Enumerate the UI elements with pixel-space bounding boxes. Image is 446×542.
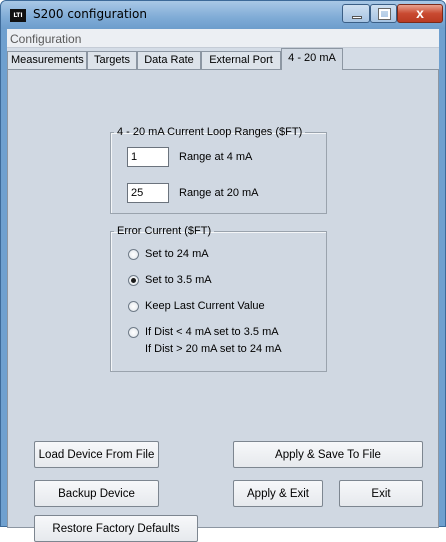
error-current-legend: Error Current ($FT) — [117, 225, 212, 237]
range-20ma-label: Range at 20 mA — [179, 187, 259, 199]
menu-configuration[interactable]: Configuration — [10, 32, 81, 46]
radio-set-24ma[interactable] — [128, 249, 139, 260]
title-bar[interactable]: LTI S200 configuration x — [1, 1, 445, 29]
radio-if-dist[interactable] — [128, 327, 139, 338]
load-device-button[interactable]: Load Device From File — [34, 441, 159, 468]
range-20ma-input[interactable] — [127, 183, 169, 203]
radio-keep-last-label[interactable]: Keep Last Current Value — [145, 300, 265, 312]
apply-save-button[interactable]: Apply & Save To File — [233, 441, 423, 468]
radio-keep-last[interactable] — [128, 301, 139, 312]
exit-button[interactable]: Exit — [339, 480, 423, 507]
maximize-button[interactable] — [370, 4, 397, 23]
radio-if-dist-label[interactable]: If Dist < 4 mA set to 3.5 mA — [145, 326, 279, 338]
tab-external-port[interactable]: External Port — [201, 51, 281, 69]
tab-panel-4-20-ma: 4 - 20 mA Current Loop Ranges ($FT) Rang… — [7, 69, 439, 542]
backup-device-button[interactable]: Backup Device — [34, 480, 159, 507]
radio-set-24ma-label[interactable]: Set to 24 mA — [145, 248, 209, 260]
restore-defaults-button[interactable]: Restore Factory Defaults — [34, 515, 198, 542]
current-loop-ranges-legend: 4 - 20 mA Current Loop Ranges ($FT) — [117, 126, 303, 138]
tab-4-20-ma[interactable]: 4 - 20 mA — [281, 48, 343, 70]
tab-data-rate[interactable]: Data Rate — [137, 51, 201, 69]
tab-targets[interactable]: Targets — [87, 51, 137, 69]
app-window: LTI S200 configuration x Configuration M… — [0, 0, 446, 542]
radio-if-dist-label-line2: If Dist > 20 mA set to 24 mA — [145, 343, 282, 355]
tab-strip: Measurements Targets Data Rate External … — [7, 48, 439, 70]
current-loop-ranges-group: 4 - 20 mA Current Loop Ranges ($FT) Rang… — [110, 126, 327, 214]
close-icon: x — [416, 5, 424, 21]
minimize-button[interactable] — [342, 4, 370, 23]
menu-bar: Configuration — [7, 29, 439, 48]
error-current-group: Error Current ($FT) Set to 24 mA Set to … — [110, 225, 327, 372]
radio-set-3-5ma[interactable] — [128, 275, 139, 286]
tab-measurements[interactable]: Measurements — [7, 51, 87, 69]
window-title: S200 configuration — [33, 7, 147, 21]
apply-exit-button[interactable]: Apply & Exit — [233, 480, 323, 507]
range-4ma-input[interactable] — [127, 147, 169, 167]
radio-set-3-5ma-label[interactable]: Set to 3.5 mA — [145, 274, 212, 286]
range-4ma-label: Range at 4 mA — [179, 151, 253, 163]
maximize-icon — [378, 8, 391, 20]
app-logo-icon: LTI — [10, 9, 26, 22]
minimize-icon — [352, 16, 362, 19]
client-area: Configuration Measurements Targets Data … — [7, 29, 439, 542]
close-button[interactable]: x — [397, 4, 443, 23]
